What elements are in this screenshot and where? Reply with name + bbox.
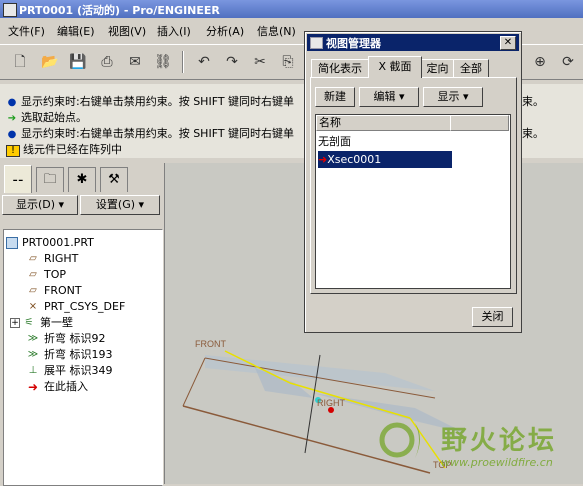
unbend-icon: ⊥ [28, 365, 38, 376]
tab-all[interactable]: 全部 [453, 59, 489, 77]
view-manager-dialog: 视图管理器 ✕ 简化表示 X 截面 定向 全部 新建 编辑 ▾ 显示 ▾ 名称 … [304, 31, 522, 333]
column-header-blank[interactable] [450, 115, 509, 131]
zoom-icon[interactable]: ⊕ [530, 52, 550, 72]
part-edge [182, 357, 206, 407]
show-button-label: 显示 [437, 90, 460, 103]
tree-item-wall[interactable]: + ⚟ 第一壁 [10, 316, 73, 330]
tab-orient[interactable]: 定向 [421, 59, 454, 77]
menu-file[interactable]: 文件(F) [8, 23, 45, 39]
menu-insert[interactable]: 插入(I) [157, 23, 191, 39]
tree-item-unbend-349[interactable]: ⊥ 展平 标识349 [26, 364, 113, 378]
menu-edit[interactable]: 编辑(E) [57, 23, 95, 39]
save-icon[interactable]: 💾 [68, 52, 88, 72]
translucent-plane [205, 355, 435, 391]
watermark-url: www.proewildfire.cn [441, 456, 553, 469]
print-icon[interactable]: ⎙ [97, 52, 117, 72]
edit-button-label: 编辑 [373, 90, 396, 103]
info-dot-icon: ● [7, 97, 17, 108]
wall-icon: ⚟ [24, 317, 34, 328]
warning-icon: ! [6, 145, 20, 157]
front-label: FRONT [195, 339, 226, 349]
insert-here-arrow-icon: ➜ [27, 380, 39, 394]
menu-analysis[interactable]: 分析(A) [206, 23, 244, 39]
menu-info[interactable]: 信息(N) [257, 23, 296, 39]
show-dropdown-label: 显示(D) [15, 198, 56, 211]
tree-item-top[interactable]: ▱ TOP [26, 268, 66, 282]
dialog-title-bar[interactable]: 视图管理器 ✕ [307, 34, 519, 51]
folder-browser-tab[interactable]: 🗀 [36, 167, 64, 192]
show-button[interactable]: 显示 ▾ [423, 87, 483, 107]
toolbar-separator [182, 51, 184, 73]
xsection-panel: 新建 编辑 ▾ 显示 ▾ 名称 无剖面 ➜Xsec0001 [310, 77, 517, 294]
message-line: ● 显示约束时:右键单击禁用约束。按 SHIFT 键同时右键单 [7, 127, 295, 140]
settings-dropdown[interactable]: 设置(G) ▾ [80, 195, 160, 215]
tree-item-right[interactable]: ▱ RIGHT [26, 252, 78, 266]
list-item-selected[interactable]: ➜Xsec0001 [318, 151, 452, 168]
repaint-icon[interactable]: ⟳ [558, 52, 578, 72]
model-tree-tab[interactable]: ⚋ [4, 165, 32, 193]
datum-plane-icon: ▱ [29, 269, 37, 280]
bend-icon: ≫ [27, 349, 39, 360]
chevron-down-icon: ▾ [138, 198, 145, 211]
watermark-logo-icon [379, 422, 420, 458]
mail-link-icon[interactable]: ⛓ [153, 52, 173, 72]
model-tree: PRT0001.PRT ▱ RIGHT ▱ TOP ▱ FRONT ⨯ PRT_CSYS… [3, 229, 163, 486]
settings-dropdown-label: 设置(G) [95, 198, 136, 211]
message-line: ● 显示约束时:右键单击禁用约束。按 SHIFT 键同时右键单 [7, 95, 295, 108]
chevron-down-icon: ▾ [58, 198, 65, 211]
app-icon [3, 3, 17, 17]
tree-item-bend-193[interactable]: ≫ 折弯 标识193 [26, 348, 113, 362]
dialog-title: 视图管理器 [326, 37, 381, 50]
datum-plane-icon: ▱ [29, 285, 37, 296]
bend-icon: ≫ [27, 333, 39, 344]
navigator-tabs: ⚋ 🗀 ✱ ⚒ [0, 163, 162, 193]
expand-icon[interactable]: + [10, 318, 20, 328]
connections-tab[interactable]: ⚒ [100, 167, 128, 192]
redo-icon[interactable]: ↷ [222, 52, 242, 72]
list-item[interactable]: 无剖面 [318, 133, 452, 150]
watermark: 野火论坛 www.proewildfire.cn [375, 418, 583, 484]
active-arrow-icon: ➜ [318, 153, 328, 166]
tree-item-root[interactable]: PRT0001.PRT [6, 236, 94, 250]
csys-icon: ⨯ [28, 301, 38, 312]
edit-button[interactable]: 编辑 ▾ [359, 87, 419, 107]
tree-item-bend-92[interactable]: ≫ 折弯 标识92 [26, 332, 106, 346]
undo-icon[interactable]: ↶ [194, 52, 214, 72]
menu-view[interactable]: 视图(V) [108, 23, 146, 39]
copy-icon[interactable]: ⎘ [278, 52, 298, 72]
message-line: ➔ 选取起始点。 [7, 111, 87, 124]
part-icon [6, 237, 18, 249]
close-button[interactable]: 关闭 [472, 307, 513, 327]
column-header-name[interactable]: 名称 [316, 115, 451, 131]
new-file-icon[interactable]: 🗋 [10, 52, 30, 72]
tree-item-front[interactable]: ▱ FRONT [26, 284, 81, 298]
tree-item-insert-here[interactable]: ➜ 在此插入 [26, 380, 88, 394]
window-title: PRT0001 (活动的) - Pro/ENGINEER [19, 4, 220, 17]
open-folder-icon[interactable]: 📂 [40, 52, 60, 72]
favorites-tab[interactable]: ✱ [68, 167, 96, 192]
send-mail-icon[interactable]: ✉ [125, 52, 145, 72]
new-button[interactable]: 新建 [315, 87, 355, 107]
close-icon[interactable]: ✕ [500, 36, 516, 50]
datum-plane-icon: ▱ [29, 253, 37, 264]
cut-icon[interactable]: ✂ [250, 52, 270, 72]
sketch-line [289, 382, 411, 419]
message-tail: 束。 [522, 95, 544, 108]
chevron-down-icon: ▾ [398, 90, 405, 103]
window-title-bar: PRT0001 (活动的) - Pro/ENGINEER [0, 0, 583, 18]
info-dot-icon: ● [7, 129, 17, 140]
chevron-down-icon: ▾ [462, 90, 469, 103]
right-label: RIGHT [317, 398, 346, 408]
message-line: ! 线元件已经在阵列中 [6, 141, 122, 157]
show-dropdown[interactable]: 显示(D) ▾ [2, 195, 78, 215]
prompt-arrow-icon: ➔ [7, 113, 17, 124]
watermark-text: 野火论坛 [441, 426, 558, 456]
message-tail: 束。 [522, 127, 544, 140]
tree-item-csys[interactable]: ⨯ PRT_CSYS_DEF [26, 300, 126, 314]
dialog-icon [310, 37, 323, 49]
tab-xsection[interactable]: X 截面 [368, 56, 422, 78]
tab-simplified-rep[interactable]: 简化表示 [311, 59, 369, 77]
xsection-list: 名称 无剖面 ➜Xsec0001 [315, 114, 511, 289]
